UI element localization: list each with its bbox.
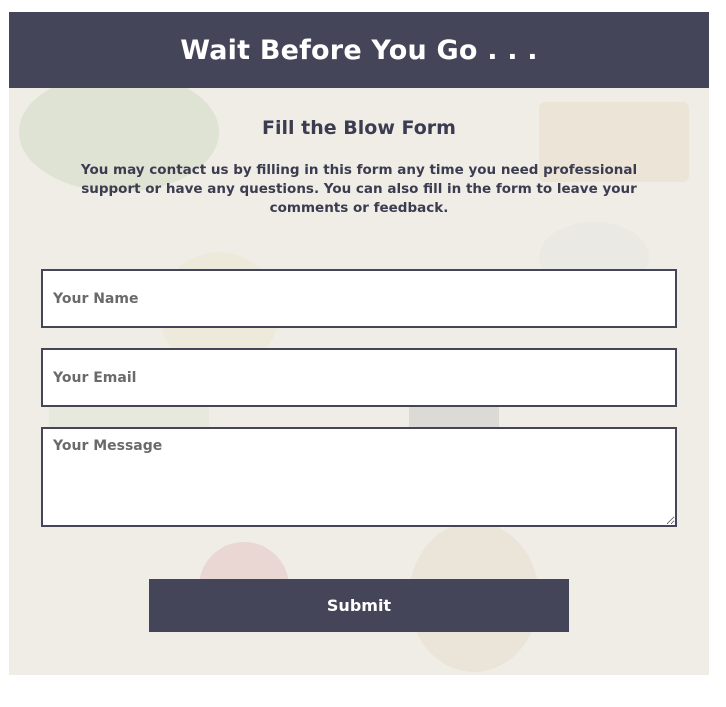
contact-form: Fill the Blow Form You may contact us by…	[9, 88, 709, 675]
page-title: Wait Before You Go . . .	[180, 34, 538, 66]
form-subtitle: Fill the Blow Form	[262, 117, 456, 139]
page-header: Wait Before You Go . . .	[9, 12, 709, 88]
contact-card: Wait Before You Go . . . Fill the Blow F…	[9, 12, 709, 675]
message-field[interactable]	[41, 427, 677, 527]
form-intro: You may contact us by filling in this fo…	[80, 162, 638, 216]
submit-button[interactable]: Submit	[149, 579, 569, 632]
email-field[interactable]	[41, 348, 677, 407]
name-field[interactable]	[41, 269, 677, 328]
